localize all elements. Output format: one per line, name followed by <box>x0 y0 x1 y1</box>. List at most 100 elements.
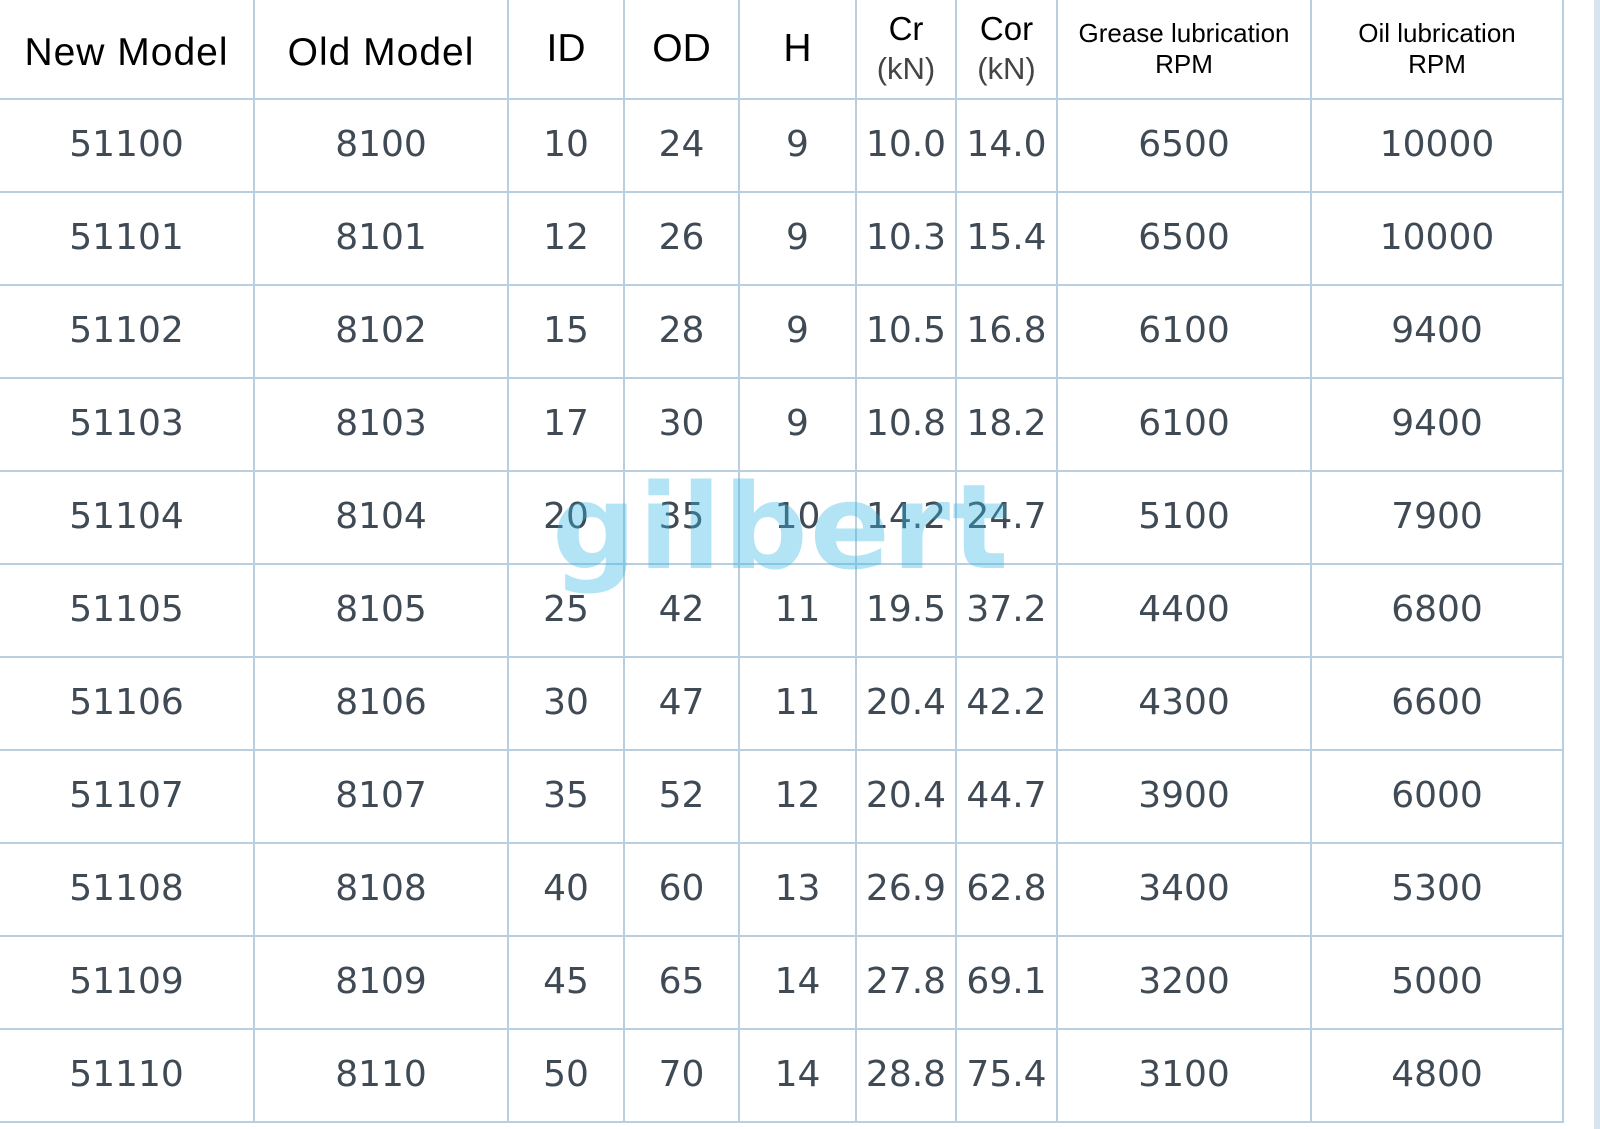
cell-cr: 10.8 <box>855 377 957 472</box>
header-cr: Cr (kN) <box>855 0 957 100</box>
header-old-model: Old Model <box>253 0 509 100</box>
header-new-model: New Model <box>0 0 255 100</box>
cell-od: 42 <box>623 563 740 658</box>
cell-new-model: 51109 <box>0 935 255 1030</box>
cell-grease-rpm: 6100 <box>1056 284 1312 379</box>
table-row: 51109 8109 45 65 14 27.8 69.1 3200 5000 <box>0 935 1564 1030</box>
cell-od: 65 <box>623 935 740 1030</box>
cell-h: 9 <box>738 284 857 379</box>
cell-id: 45 <box>507 935 625 1030</box>
cell-cor: 75.4 <box>955 1028 1058 1123</box>
cell-h: 11 <box>738 563 857 658</box>
header-id: ID <box>507 0 625 100</box>
cell-oil-rpm: 5000 <box>1310 935 1564 1030</box>
cell-h: 12 <box>738 749 857 844</box>
cell-cor: 15.4 <box>955 191 1058 286</box>
cell-cor: 18.2 <box>955 377 1058 472</box>
cell-old-model: 8107 <box>253 749 509 844</box>
cell-old-model: 8106 <box>253 656 509 751</box>
cell-cor: 14.0 <box>955 98 1058 193</box>
cell-new-model: 51106 <box>0 656 255 751</box>
cell-h: 13 <box>738 842 857 937</box>
cell-h: 14 <box>738 935 857 1030</box>
cell-grease-rpm: 6500 <box>1056 191 1312 286</box>
cell-grease-rpm: 3200 <box>1056 935 1312 1030</box>
spec-sheet: New Model Old Model ID OD H Cr (kN) Cor (k… <box>0 0 1600 1129</box>
cell-id: 35 <box>507 749 625 844</box>
table-row: 51108 8108 40 60 13 26.9 62.8 3400 5300 <box>0 842 1564 937</box>
cell-cor: 37.2 <box>955 563 1058 658</box>
cell-od: 30 <box>623 377 740 472</box>
cell-od: 35 <box>623 470 740 565</box>
table-row: 51105 8105 25 42 11 19.5 37.2 4400 6800 <box>0 563 1564 658</box>
cell-oil-rpm: 9400 <box>1310 377 1564 472</box>
cell-h: 9 <box>738 98 857 193</box>
cell-grease-rpm: 4300 <box>1056 656 1312 751</box>
table-row: 51101 8101 12 26 9 10.3 15.4 6500 10000 <box>0 191 1564 286</box>
cell-old-model: 8109 <box>253 935 509 1030</box>
header-row: New Model Old Model ID OD H Cr (kN) Cor (k… <box>0 0 1564 100</box>
cell-new-model: 51107 <box>0 749 255 844</box>
table-body: 51100 8100 10 24 9 10.0 14.0 6500 10000 51101 8101… <box>0 98 1564 1123</box>
cell-id: 50 <box>507 1028 625 1123</box>
cell-oil-rpm: 9400 <box>1310 284 1564 379</box>
cell-new-model: 51101 <box>0 191 255 286</box>
cell-new-model: 51108 <box>0 842 255 937</box>
cell-cr: 20.4 <box>855 656 957 751</box>
cell-od: 26 <box>623 191 740 286</box>
cell-grease-rpm: 6500 <box>1056 98 1312 193</box>
table-row: 51106 8106 30 47 11 20.4 42.2 4300 6600 <box>0 656 1564 751</box>
cell-cor: 42.2 <box>955 656 1058 751</box>
cell-old-model: 8104 <box>253 470 509 565</box>
table-row: 51107 8107 35 52 12 20.4 44.7 3900 6000 <box>0 749 1564 844</box>
table-row: 51102 8102 15 28 9 10.5 16.8 6100 9400 <box>0 284 1564 379</box>
cell-new-model: 51110 <box>0 1028 255 1123</box>
header-grease-rpm: Grease lubrication RPM <box>1056 0 1312 100</box>
cell-grease-rpm: 3400 <box>1056 842 1312 937</box>
header-oil-rpm: Oil lubrication RPM <box>1310 0 1564 100</box>
header-od: OD <box>623 0 740 100</box>
cell-cr: 19.5 <box>855 563 957 658</box>
cell-cor: 24.7 <box>955 470 1058 565</box>
cell-id: 40 <box>507 842 625 937</box>
cell-new-model: 51105 <box>0 563 255 658</box>
cell-oil-rpm: 6600 <box>1310 656 1564 751</box>
right-edge-strip <box>1594 0 1600 1129</box>
table-row: 51110 8110 50 70 14 28.8 75.4 3100 4800 <box>0 1028 1564 1123</box>
cell-new-model: 51102 <box>0 284 255 379</box>
cell-od: 28 <box>623 284 740 379</box>
cell-cor: 62.8 <box>955 842 1058 937</box>
cell-h: 11 <box>738 656 857 751</box>
cell-od: 47 <box>623 656 740 751</box>
cell-cr: 27.8 <box>855 935 957 1030</box>
cell-new-model: 51104 <box>0 470 255 565</box>
cell-cor: 16.8 <box>955 284 1058 379</box>
cell-id: 17 <box>507 377 625 472</box>
cell-cr: 10.3 <box>855 191 957 286</box>
cell-grease-rpm: 6100 <box>1056 377 1312 472</box>
cell-id: 30 <box>507 656 625 751</box>
table-row: 51104 8104 20 35 10 14.2 24.7 5100 7900 <box>0 470 1564 565</box>
cell-cr: 26.9 <box>855 842 957 937</box>
cell-oil-rpm: 7900 <box>1310 470 1564 565</box>
cell-cor: 69.1 <box>955 935 1058 1030</box>
cell-cr: 10.0 <box>855 98 957 193</box>
cell-old-model: 8110 <box>253 1028 509 1123</box>
cell-oil-rpm: 6800 <box>1310 563 1564 658</box>
cell-oil-rpm: 10000 <box>1310 98 1564 193</box>
cell-new-model: 51100 <box>0 98 255 193</box>
table-row: 51103 8103 17 30 9 10.8 18.2 6100 9400 <box>0 377 1564 472</box>
cell-id: 20 <box>507 470 625 565</box>
cell-new-model: 51103 <box>0 377 255 472</box>
table-row: 51100 8100 10 24 9 10.0 14.0 6500 10000 <box>0 98 1564 193</box>
header-h: H <box>738 0 857 100</box>
cell-oil-rpm: 6000 <box>1310 749 1564 844</box>
cell-cr: 20.4 <box>855 749 957 844</box>
cell-cr: 10.5 <box>855 284 957 379</box>
cell-cor: 44.7 <box>955 749 1058 844</box>
cell-od: 24 <box>623 98 740 193</box>
cell-grease-rpm: 3900 <box>1056 749 1312 844</box>
cell-old-model: 8102 <box>253 284 509 379</box>
cell-grease-rpm: 5100 <box>1056 470 1312 565</box>
cell-od: 52 <box>623 749 740 844</box>
